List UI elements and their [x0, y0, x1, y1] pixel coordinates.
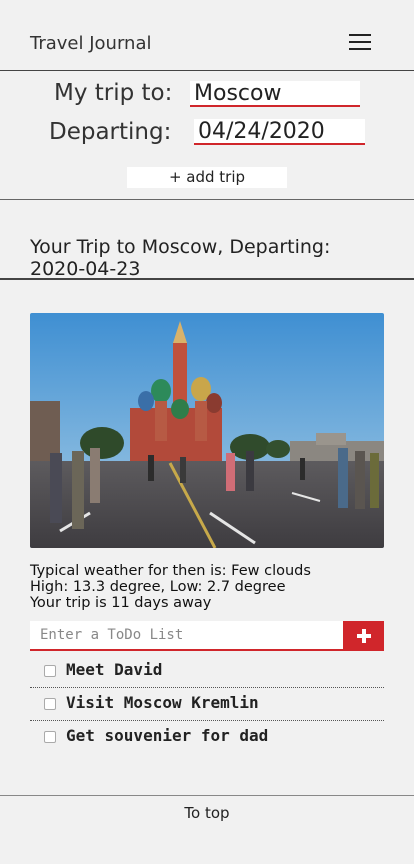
destination-label: My trip to: — [54, 80, 173, 106]
todo-checkbox[interactable] — [44, 731, 56, 743]
trip-info: Typical weather for then is: Few clouds … — [30, 563, 311, 611]
to-top-link[interactable]: To top — [0, 804, 414, 822]
destination-photo — [30, 313, 384, 548]
todo-label: Get souvenier for dad — [66, 726, 269, 745]
destination-input[interactable] — [190, 81, 360, 107]
todo-item[interactable]: Meet David — [30, 654, 384, 688]
app-header: Travel Journal — [0, 0, 414, 71]
temperature-text: High: 13.3 degree, Low: 2.7 degree — [30, 579, 286, 595]
heading-divider — [0, 278, 414, 280]
departing-date-input[interactable] — [194, 119, 365, 145]
footer-divider — [0, 795, 414, 796]
todo-label: Meet David — [66, 660, 163, 679]
hamburger-icon[interactable] — [349, 34, 371, 50]
app-title: Travel Journal — [30, 33, 152, 54]
trip-heading: Your Trip to Moscow, Departing: 2020-04-… — [30, 236, 331, 280]
todo-input[interactable] — [30, 621, 343, 651]
todo-checkbox[interactable] — [44, 698, 56, 710]
days-away-text: Your trip is 11 days away — [30, 595, 212, 611]
todo-label: Visit Moscow Kremlin — [66, 693, 259, 712]
add-todo-button[interactable] — [343, 621, 384, 651]
todo-item[interactable]: Get souvenier for dad — [30, 720, 384, 753]
todo-checkbox[interactable] — [44, 665, 56, 677]
add-trip-button[interactable]: + add trip — [127, 167, 287, 188]
departing-label: Departing: — [49, 119, 172, 145]
weather-text: Typical weather for then is: Few clouds — [30, 563, 311, 579]
todo-item[interactable]: Visit Moscow Kremlin — [30, 687, 384, 721]
section-divider — [0, 199, 414, 200]
